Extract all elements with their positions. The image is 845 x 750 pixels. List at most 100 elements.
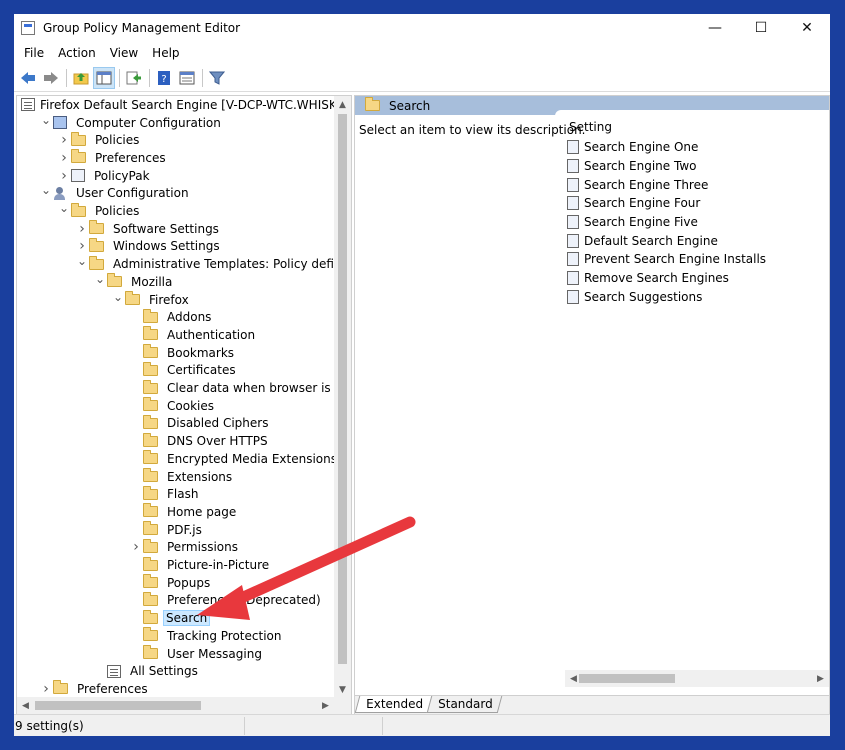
tree-item-user-configuration[interactable]: ⌄ User Configuration: [39, 183, 193, 203]
tree-vscroll-thumb[interactable]: [338, 114, 347, 664]
tree-item-preferences[interactable]: › Preferences: [39, 680, 152, 696]
settings-horizontal-scrollbar[interactable]: ◀ ▶: [565, 670, 829, 687]
tree-item-dns-over-https[interactable]: DNS Over HTTPS: [129, 432, 272, 450]
back-arrow-icon[interactable]: [17, 67, 39, 89]
tree-item-all-settings[interactable]: All Settings: [93, 662, 202, 680]
setting-row[interactable]: Search Engine One: [567, 138, 829, 157]
scroll-left-arrow-icon[interactable]: ◀: [17, 697, 34, 714]
chevron-right-icon[interactable]: ›: [129, 539, 143, 555]
tab-standard[interactable]: Standard: [426, 696, 502, 713]
tree-item-policypak[interactable]: › PolicyPak: [57, 167, 154, 185]
chevron-down-icon[interactable]: ⌄: [111, 290, 125, 304]
menu-file[interactable]: File: [17, 46, 51, 60]
menu-action[interactable]: Action: [51, 46, 103, 60]
chevron-right-icon[interactable]: ›: [57, 132, 71, 148]
menu-help[interactable]: Help: [145, 46, 186, 60]
show-hide-console-tree-icon[interactable]: [93, 66, 115, 89]
setting-row[interactable]: Search Suggestions: [567, 288, 829, 307]
help-icon[interactable]: ?: [153, 67, 175, 89]
tree-item-tracking-protection[interactable]: Tracking Protection: [129, 627, 285, 645]
tree-item-computer-configuration[interactable]: ⌄ Computer Configuration: [39, 113, 225, 132]
setting-row[interactable]: Search Engine Two: [567, 157, 829, 176]
tree-item-bookmarks[interactable]: Bookmarks: [129, 344, 238, 362]
chevron-right-icon[interactable]: ›: [75, 221, 89, 237]
tree-item-label: Search: [163, 610, 211, 627]
minimize-button[interactable]: —: [692, 14, 738, 42]
tree-item-disabled-ciphers[interactable]: Disabled Ciphers: [129, 414, 272, 433]
tree-item-picture-in-picture[interactable]: Picture-in-Picture: [129, 556, 273, 574]
tab-extended[interactable]: Extended: [355, 696, 433, 713]
tree-item-preferences-deprecated[interactable]: Preferences (Deprecated): [129, 591, 325, 610]
tree-item-encrypted-media-extensions[interactable]: Encrypted Media Extensions: [129, 450, 337, 468]
filter-icon[interactable]: [206, 67, 228, 89]
tree-item-home-page[interactable]: Home page: [129, 503, 240, 521]
tree-item-label: PDF.js: [167, 522, 202, 537]
policy-setting-icon: [567, 159, 579, 174]
up-folder-icon[interactable]: [70, 67, 92, 89]
chevron-down-icon[interactable]: ⌄: [93, 272, 107, 286]
tree-item-windows-settings[interactable]: › Windows Settings: [75, 237, 224, 256]
chevron-down-icon[interactable]: ⌄: [75, 254, 89, 268]
properties-view-icon[interactable]: [176, 67, 198, 89]
tree-item-policies[interactable]: › Policies: [57, 131, 143, 149]
folder-icon: [143, 556, 158, 571]
tree-item-search[interactable]: Search: [129, 609, 211, 627]
tree-root[interactable]: Firefox Default Search Engine [V-DCP-WTC…: [21, 96, 337, 114]
tree-item-policies[interactable]: ⌄ Policies: [57, 201, 143, 220]
tree-item-cookies[interactable]: Cookies: [129, 397, 218, 415]
setting-name: Search Engine Four: [584, 196, 701, 211]
tree-vertical-scrollbar[interactable]: ▲ ▼: [334, 96, 351, 698]
tree-item-certificates[interactable]: Certificates: [129, 361, 240, 380]
tree-item-label: Cookies: [167, 398, 214, 413]
tree-item-popups[interactable]: Popups: [129, 574, 214, 592]
setting-row[interactable]: Prevent Search Engine Installs: [567, 250, 829, 269]
tree-hscroll-thumb[interactable]: [35, 701, 201, 710]
policy-setting-icon: [567, 233, 579, 248]
setting-row[interactable]: Search Engine Three: [567, 175, 829, 194]
export-list-icon[interactable]: [123, 67, 145, 89]
chevron-right-icon[interactable]: ›: [57, 150, 71, 166]
scroll-right-arrow-icon[interactable]: ▶: [317, 697, 334, 714]
tree-item-administrative-templates-policy-definitions-a[interactable]: ⌄ Administrative Templates: Policy defini…: [75, 254, 337, 273]
scroll-up-arrow-icon[interactable]: ▲: [334, 96, 351, 113]
chevron-down-icon[interactable]: ⌄: [39, 183, 53, 197]
tree-item-extensions[interactable]: Extensions: [129, 468, 236, 486]
folder-icon: [71, 131, 86, 146]
tree-item-software-settings[interactable]: › Software Settings: [75, 220, 223, 238]
tree-item-mozilla[interactable]: ⌄ Mozilla: [93, 272, 176, 291]
setting-row[interactable]: Default Search Engine: [567, 231, 829, 250]
maximize-button[interactable]: ☐: [738, 14, 784, 42]
chevron-down-icon[interactable]: ⌄: [57, 201, 71, 215]
tree-item-label: Software Settings: [113, 221, 219, 236]
tree-item-firefox[interactable]: ⌄ Firefox: [111, 290, 193, 309]
setting-row[interactable]: Search Engine Five: [567, 213, 829, 232]
menu-view[interactable]: View: [103, 46, 145, 60]
tree-item-flash[interactable]: Flash: [129, 485, 202, 503]
setting-column-header[interactable]: Setting: [567, 120, 829, 138]
scroll-down-arrow-icon[interactable]: ▼: [334, 681, 351, 698]
tree-item-preferences[interactable]: › Preferences: [57, 149, 170, 167]
tree-item-clear-data-when-browser-is-closed[interactable]: Clear data when browser is closed: [129, 379, 337, 397]
folder-icon: [143, 627, 158, 642]
tree-item-addons[interactable]: Addons: [129, 308, 215, 326]
folder-icon: [143, 379, 158, 394]
setting-row[interactable]: Remove Search Engines: [567, 269, 829, 288]
chevron-right-icon[interactable]: ›: [39, 681, 53, 696]
tree-horizontal-scrollbar[interactable]: ◀ ▶: [17, 697, 351, 714]
tree-item-authentication[interactable]: Authentication: [129, 326, 259, 344]
chevron-right-icon[interactable]: ›: [75, 238, 89, 254]
settings-hscroll-thumb[interactable]: [579, 674, 675, 683]
chevron-right-icon[interactable]: ›: [57, 168, 71, 184]
tree-item-permissions[interactable]: › Permissions: [129, 538, 242, 557]
tree-root-label: Firefox Default Search Engine [V-DCP-WTC…: [40, 97, 337, 112]
gpme-app-icon: [21, 21, 35, 35]
tree-item-user-messaging[interactable]: User Messaging: [129, 645, 266, 663]
tree-item-label: User Messaging: [167, 646, 262, 661]
tree-item-pdf-js[interactable]: PDF.js: [129, 521, 206, 539]
scroll-right-arrow-icon[interactable]: ▶: [812, 670, 829, 687]
close-button[interactable]: ✕: [784, 14, 830, 42]
forward-arrow-icon[interactable]: [40, 67, 62, 89]
chevron-down-icon[interactable]: ⌄: [39, 113, 53, 127]
tree-item-label: Preferences: [95, 150, 166, 165]
setting-row[interactable]: Search Engine Four: [567, 194, 829, 213]
